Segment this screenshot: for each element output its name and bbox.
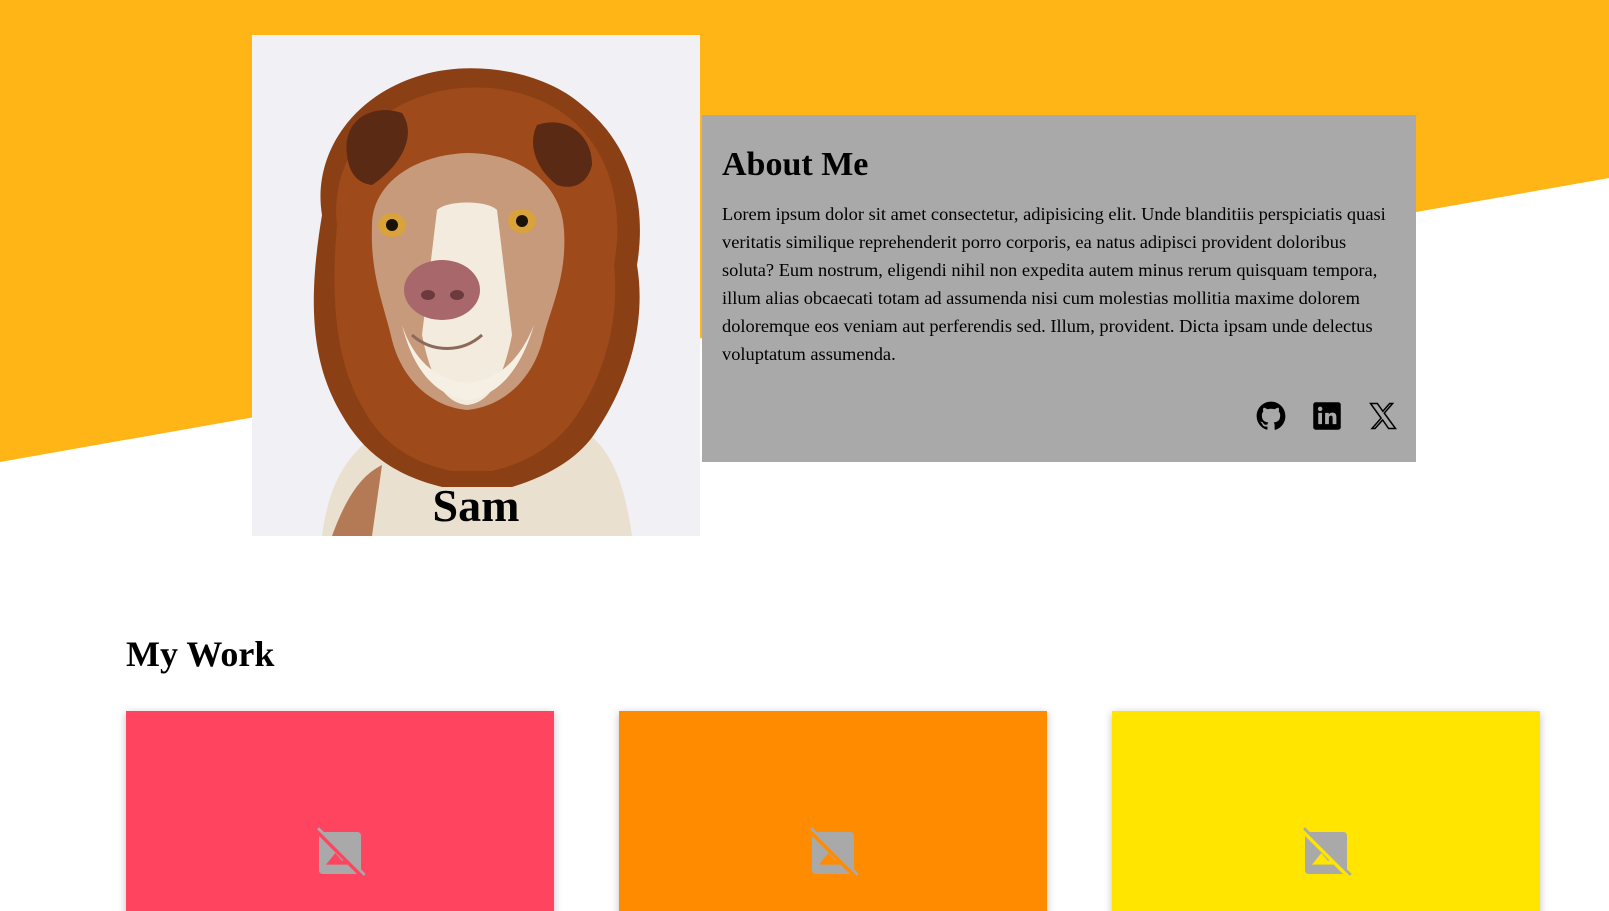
work-card[interactable]: [619, 711, 1047, 911]
profile-photo: [313, 68, 640, 536]
work-card[interactable]: [126, 711, 554, 911]
social-links: [1256, 401, 1398, 431]
about-body: Lorem ipsum dolor sit amet consectetur, …: [722, 203, 1386, 364]
image-unavailable-icon: [1300, 827, 1352, 879]
about-heading: About Me: [722, 146, 869, 183]
image-unavailable-icon: [807, 827, 859, 879]
page: Sam About Me Lorem ipsum dolor sit amet …: [0, 0, 1609, 911]
about-card: About Me Lorem ipsum dolor sit amet cons…: [702, 115, 1416, 462]
github-icon[interactable]: [1256, 401, 1286, 431]
work-grid: [126, 711, 1540, 911]
image-unavailable-icon: [314, 827, 366, 879]
profile-photo-card: Sam: [252, 35, 700, 536]
x-twitter-icon[interactable]: [1368, 401, 1398, 431]
work-card[interactable]: [1112, 711, 1540, 911]
profile-name: Sam: [432, 480, 520, 531]
linkedin-icon[interactable]: [1312, 401, 1342, 431]
my-work-heading: My Work: [126, 634, 275, 674]
